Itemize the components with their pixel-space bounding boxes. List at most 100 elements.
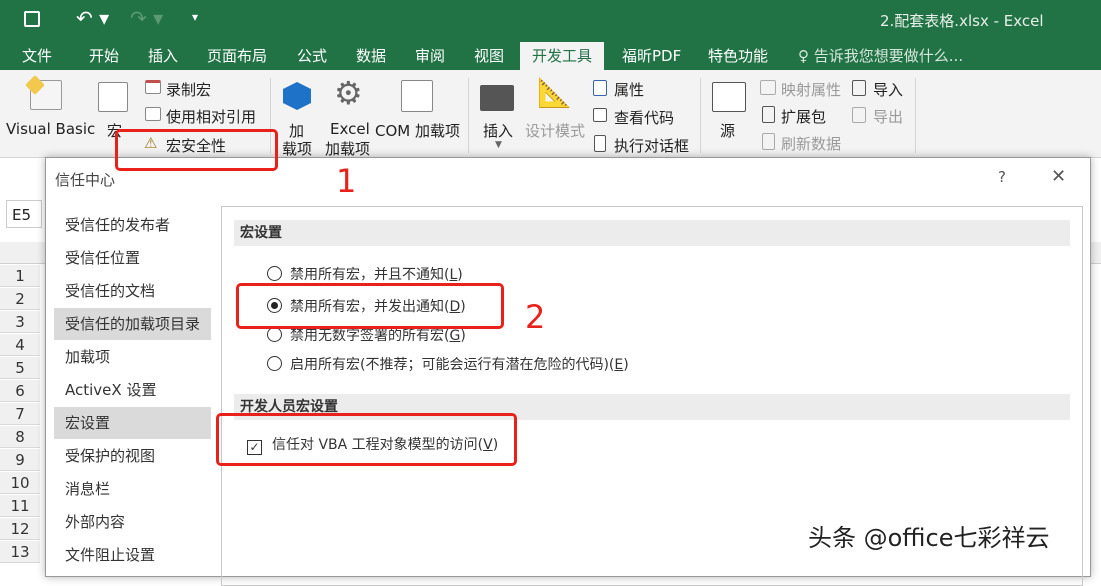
row-header[interactable]: 12 (0, 518, 40, 540)
properties-button[interactable]: 属性 (614, 79, 644, 100)
radio-enable-all[interactable]: 启用所有宏(不推荐；可能会运行有潜在危险的代码)(E) (267, 354, 629, 374)
macros-icon (98, 82, 128, 112)
macro-settings-header: 宏设置 (234, 220, 1070, 246)
annotation-box-2 (236, 283, 504, 329)
save-icon[interactable] (24, 11, 40, 27)
design-mode-icon: 📐 (537, 76, 572, 109)
radio-button[interactable] (267, 327, 282, 342)
close-button[interactable]: ✕ (1051, 166, 1066, 187)
tab-foxit-pdf[interactable]: 福昕PDF (622, 45, 681, 66)
divider (468, 78, 469, 153)
row-header[interactable]: 1 (0, 265, 40, 287)
relative-reference-button[interactable]: 使用相对引用 (166, 106, 256, 127)
radio-button[interactable] (267, 356, 282, 371)
run-dialog-icon (594, 135, 606, 152)
nav-list: 受信任的发布者 受信任位置 受信任的文档 受信任的加载项目录 加载项 Activ… (46, 206, 221, 576)
tab-developer[interactable]: 开发工具 (520, 42, 605, 70)
name-box[interactable]: E5 (6, 200, 42, 228)
watermark: 头条 @office七彩祥云 (808, 524, 1050, 552)
xml-source-button[interactable]: 源 (720, 120, 735, 141)
addins-button-line2[interactable]: 载项 (282, 138, 312, 159)
nav-item-trusted-locations[interactable]: 受信任位置 (54, 242, 211, 274)
trust-center-dialog: 信任中心 ? ✕ 受信任的发布者 受信任位置 受信任的文档 受信任的加载项目录 … (45, 157, 1091, 586)
map-properties-button: 映射属性 (781, 81, 842, 99)
tab-file[interactable]: 文件 (22, 45, 52, 66)
row-header[interactable]: 9 (0, 449, 40, 471)
nav-item-trusted-publishers[interactable]: 受信任的发布者 (54, 209, 211, 241)
undo-icon[interactable]: ↶ ▾ (76, 6, 109, 30)
excel-addins-button[interactable]: Excel (330, 120, 370, 138)
row-header[interactable]: 8 (0, 426, 40, 448)
annotation-number-2: 2 (525, 298, 546, 336)
com-addins-icon (401, 80, 433, 112)
view-code-icon (593, 108, 607, 122)
nav-item-activex-settings[interactable]: ActiveX 设置 (54, 374, 211, 406)
divider (700, 78, 701, 153)
expansion-pack-button[interactable]: 扩展包 (781, 106, 826, 127)
row-header[interactable]: 10 (0, 472, 40, 494)
expansion-pack-icon (762, 106, 775, 123)
refresh-data-icon (762, 133, 775, 150)
nav-item-macro-settings[interactable]: 宏设置 (54, 407, 211, 439)
export-button: 导出 (873, 108, 904, 126)
help-button[interactable]: ? (998, 168, 1006, 186)
annotation-box-3 (216, 413, 517, 466)
lightbulb-icon: ♀ (798, 47, 809, 65)
import-icon (852, 80, 866, 96)
gear-icon: ⚙ (334, 74, 363, 112)
tab-formulas[interactable]: 公式 (297, 45, 327, 66)
nav-item-file-block-settings[interactable]: 文件阻止设置 (54, 539, 211, 571)
nav-item-trusted-documents[interactable]: 受信任的文档 (54, 275, 211, 307)
row-header[interactable]: 2 (0, 288, 40, 310)
row-header[interactable]: 3 (0, 311, 40, 333)
map-properties-icon (760, 80, 776, 95)
radio-disable-no-notify[interactable]: 禁用所有宏，并且不通知(L) (267, 264, 463, 284)
tab-features[interactable]: 特色功能 (708, 45, 768, 66)
visual-basic-button[interactable]: Visual Basic (6, 120, 95, 138)
annotation-box-1 (115, 129, 278, 171)
title-bar: ↶ ▾ ↷ ▾ ▾ 2.配套表格.xlsx - Excel (0, 0, 1101, 40)
dialog-title: 信任中心 (55, 171, 116, 189)
excel-addins-button-line2[interactable]: 加载项 (325, 138, 370, 159)
tab-data[interactable]: 数据 (356, 45, 386, 66)
com-addins-button[interactable]: COM 加载项 (375, 120, 460, 141)
properties-icon (593, 80, 607, 96)
row-header[interactable]: 6 (0, 380, 40, 402)
nav-item-trusted-addin-catalogs[interactable]: 受信任的加载项目录 (54, 308, 211, 340)
toolbox-icon (480, 85, 514, 111)
nav-item-external-content[interactable]: 外部内容 (54, 506, 211, 538)
window-title: 2.配套表格.xlsx - Excel (880, 12, 1044, 30)
run-dialog-button[interactable]: 执行对话框 (614, 135, 689, 156)
dropdown-arrow-icon: ▼ (495, 140, 502, 150)
view-code-button[interactable]: 查看代码 (614, 107, 674, 128)
export-icon (852, 107, 866, 123)
import-button[interactable]: 导入 (873, 79, 903, 100)
nav-item-addins[interactable]: 加载项 (54, 341, 211, 373)
design-mode-button: 设计模式 (525, 122, 586, 140)
relative-reference-icon (145, 107, 161, 121)
xml-source-icon (712, 82, 746, 112)
tell-me-search[interactable]: ♀ 告诉我您想要做什么... (798, 45, 963, 66)
row-header[interactable]: 5 (0, 357, 40, 379)
nav-item-protected-view[interactable]: 受保护的视图 (54, 440, 211, 472)
row-header[interactable]: 13 (0, 541, 40, 563)
record-macro-icon (145, 80, 161, 94)
tab-review[interactable]: 审阅 (415, 45, 445, 66)
redo-icon: ↷ ▾ (130, 6, 164, 30)
insert-controls-button[interactable]: 插入 (483, 120, 513, 141)
tab-page-layout[interactable]: 页面布局 (207, 45, 267, 66)
annotation-number-1: 1 (336, 162, 357, 200)
row-header[interactable]: 11 (0, 495, 40, 517)
addins-icon (283, 82, 311, 110)
radio-button[interactable] (267, 266, 282, 281)
tab-home[interactable]: 开始 (89, 45, 119, 66)
record-macro-button[interactable]: 录制宏 (166, 79, 211, 100)
customize-qat-icon[interactable]: ▾ (192, 10, 198, 24)
nav-item-message-bar[interactable]: 消息栏 (54, 473, 211, 505)
divider (915, 78, 916, 153)
row-header[interactable]: 7 (0, 403, 40, 425)
row-header[interactable]: 4 (0, 334, 40, 356)
tab-view[interactable]: 视图 (474, 45, 504, 66)
refresh-data-button: 刷新数据 (781, 135, 842, 153)
tab-insert[interactable]: 插入 (148, 45, 178, 66)
